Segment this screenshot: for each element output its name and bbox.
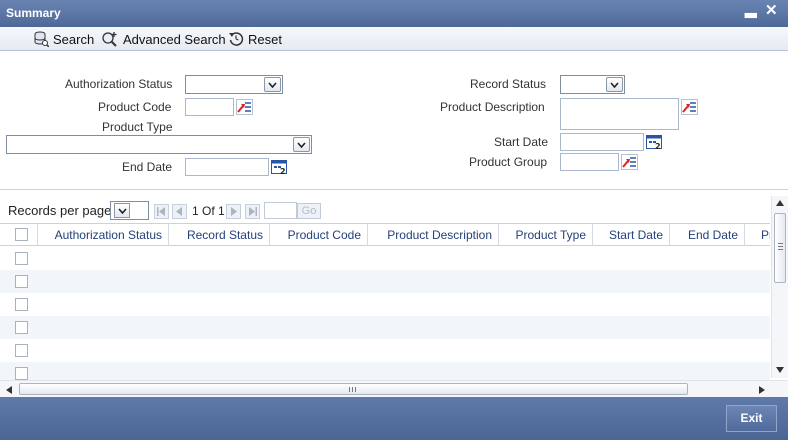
vertical-scrollbar[interactable] (771, 196, 788, 378)
row-checkbox[interactable] (15, 298, 28, 311)
product-type-select[interactable] (6, 135, 312, 154)
next-page-icon[interactable] (226, 204, 241, 219)
column-header-product-description[interactable]: Product Description (368, 224, 499, 246)
go-button[interactable]: Go (297, 203, 321, 219)
exit-button[interactable]: Exit (726, 405, 777, 432)
table-row[interactable] (0, 339, 770, 362)
svg-text:2: 2 (280, 167, 286, 175)
svg-text:2: 2 (655, 142, 661, 150)
product-description-input[interactable] (560, 98, 679, 130)
product-description-label: Product Description (440, 100, 545, 114)
column-header-start-date[interactable]: Start Date (593, 224, 670, 246)
list-of-values-icon[interactable] (621, 154, 638, 170)
product-code-input[interactable] (185, 98, 234, 116)
window-title-bar: Summary ▂ ✕ (0, 0, 788, 27)
chevron-down-icon (606, 77, 623, 92)
previous-page-icon[interactable] (172, 204, 187, 219)
row-checkbox[interactable] (15, 321, 28, 334)
advanced-search-label: Advanced Search (123, 31, 226, 47)
database-search-icon (34, 31, 49, 47)
select-all-checkbox[interactable] (15, 228, 28, 241)
start-date-input[interactable] (560, 133, 644, 151)
record-status-label: Record Status (470, 77, 547, 91)
row-checkbox[interactable] (15, 252, 28, 265)
calendar-icon[interactable]: 2 (646, 134, 663, 150)
reset-icon (229, 32, 244, 46)
advanced-search-button[interactable]: Advanced Search (101, 30, 226, 48)
table-row[interactable] (0, 316, 770, 339)
page-number-input[interactable] (264, 202, 297, 219)
authorization-status-select[interactable] (185, 75, 283, 94)
column-header-end-date[interactable]: End Date (670, 224, 745, 246)
list-of-values-icon[interactable] (681, 99, 698, 115)
vertical-scroll-thumb[interactable] (774, 213, 786, 283)
toolbar: Search Advanced Search Reset (0, 27, 788, 51)
authorization-status-label: Authorization Status (65, 77, 173, 91)
first-page-icon[interactable] (154, 204, 169, 219)
chevron-down-icon (293, 137, 310, 152)
search-label: Search (53, 31, 95, 47)
list-of-values-icon[interactable] (236, 99, 253, 115)
table-row[interactable] (0, 270, 770, 293)
select-all-cell (0, 224, 38, 246)
last-page-icon[interactable] (245, 204, 260, 219)
chevron-down-icon (114, 203, 130, 218)
table-row[interactable] (0, 293, 770, 316)
footer-bar (0, 397, 788, 440)
search-criteria-form: Authorization Status Product Code Produc… (0, 51, 788, 190)
close-icon[interactable]: ✕ (765, 3, 778, 18)
table-header: Authorization Status Record Status Produ… (0, 223, 770, 246)
start-date-label: Start Date (494, 135, 549, 149)
page-info: 1 Of 1 (192, 204, 225, 218)
column-header-truncated[interactable]: Pr (745, 224, 770, 246)
chevron-down-icon (264, 77, 281, 92)
column-header-product-type[interactable]: Product Type (499, 224, 593, 246)
product-group-label: Product Group (469, 155, 548, 169)
scroll-right-icon[interactable] (759, 386, 765, 394)
row-checkbox[interactable] (15, 344, 28, 357)
pager: Records per page 15 1 Of 1 Go (0, 200, 770, 222)
product-code-label: Product Code (98, 100, 172, 114)
column-header-authorization-status[interactable]: Authorization Status (38, 224, 169, 246)
results-grid: Records per page 15 1 Of 1 Go Authorizat… (0, 190, 788, 397)
column-header-record-status[interactable]: Record Status (169, 224, 270, 246)
reset-button[interactable]: Reset (228, 30, 282, 48)
window-title: Summary (6, 6, 61, 20)
records-per-page-select[interactable]: 15 (110, 201, 149, 220)
row-checkbox[interactable] (15, 367, 28, 380)
product-type-label: Product Type (102, 120, 173, 134)
row-checkbox[interactable] (15, 275, 28, 288)
calendar-icon[interactable]: 2 (271, 159, 288, 175)
horizontal-scrollbar[interactable] (0, 380, 788, 397)
product-group-input[interactable] (560, 153, 619, 171)
records-per-page-label: Records per page (8, 203, 112, 218)
reset-label: Reset (248, 31, 282, 47)
advanced-search-icon (102, 32, 117, 47)
column-header-product-code[interactable]: Product Code (270, 224, 368, 246)
scroll-left-icon[interactable] (6, 386, 12, 394)
table-row[interactable] (0, 247, 770, 270)
end-date-input[interactable] (185, 158, 269, 176)
scroll-down-icon[interactable] (776, 367, 784, 373)
horizontal-scroll-thumb[interactable] (19, 383, 688, 395)
search-button[interactable]: Search (33, 30, 94, 48)
scroll-up-icon[interactable] (776, 200, 784, 206)
minimize-icon[interactable]: ▂ (745, 2, 757, 17)
end-date-label: End Date (122, 160, 173, 174)
record-status-select[interactable] (560, 75, 625, 94)
